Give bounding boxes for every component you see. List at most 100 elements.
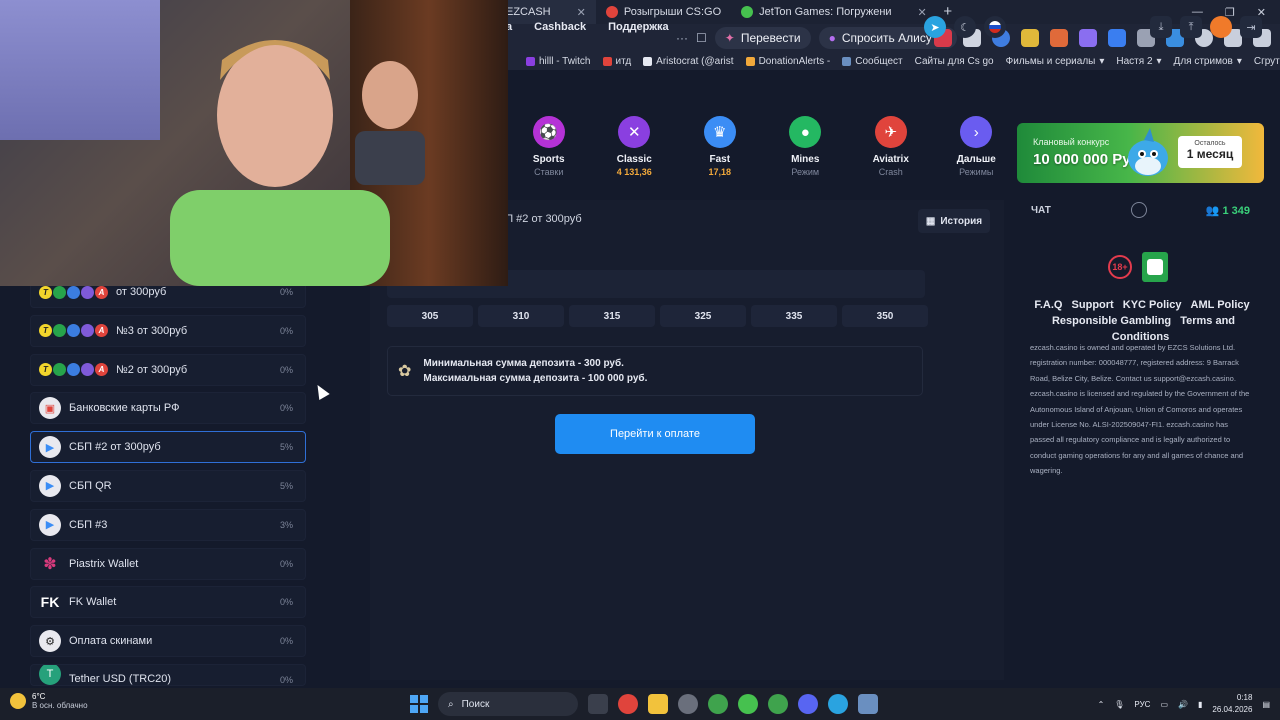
taskbar: 6°C В осн. облачно ⌕ Поиск ⌃ 🎙 РУС ▭ 🔊 ▮… [0, 688, 1280, 720]
translate-button[interactable]: ✦ Перевести [714, 27, 811, 49]
taskbar-search[interactable]: ⌕ Поиск [438, 692, 578, 716]
amount-chip[interactable]: 325 [660, 305, 746, 327]
support-link[interactable]: Support [1072, 299, 1114, 311]
extension-icon[interactable] [1108, 29, 1126, 47]
microphone-icon[interactable]: 🎙 [1114, 700, 1124, 709]
kyc-link[interactable]: KYC Policy [1123, 299, 1182, 311]
file-explorer-icon[interactable] [648, 694, 668, 714]
chrome-icon[interactable] [768, 694, 788, 714]
bookmark-item[interactable]: hilll - Twitch [526, 56, 591, 67]
history-button[interactable]: ▦ История [918, 209, 990, 233]
tether-icon: T [39, 664, 61, 685]
mode-mines[interactable]: ● Mines Режим [763, 116, 849, 180]
alice-icon: ● [828, 31, 836, 45]
logout-icon[interactable]: ⇥ [1240, 16, 1262, 38]
chrome-icon[interactable] [708, 694, 728, 714]
battery-icon[interactable]: ▮ [1198, 700, 1202, 709]
upload-icon[interactable]: ⤒ [1180, 16, 1202, 38]
payment-method[interactable]: ✽ Piastrix Wallet 0% [30, 547, 306, 580]
telegram-icon[interactable]: ➤ [924, 16, 946, 38]
tab-jetton[interactable]: JetTon Games: Погружени ✕ [731, 0, 937, 24]
network-icon[interactable]: ▭ [1160, 700, 1168, 709]
bookmark-folder[interactable]: Сайты для Cs go [915, 56, 994, 67]
max-deposit-text: Максимальная сумма депозита - 100 000 ру… [423, 373, 648, 384]
chat-title: ЧАТ [1031, 204, 1051, 216]
proceed-payment-button[interactable]: Перейти к оплате [555, 414, 755, 454]
extension-icon[interactable] [1079, 29, 1097, 47]
bookmark-folder[interactable]: Сгрута ▾ [1254, 56, 1280, 67]
bookmark-folder[interactable]: Фильмы и сериалы ▾ [1006, 56, 1105, 67]
nav-cashback[interactable]: Cashback [534, 21, 586, 33]
payment-method-selected[interactable]: ▶ СБП #2 от 300руб 5% [30, 431, 306, 464]
bookmark-item[interactable]: DonationAlerts - [745, 56, 830, 67]
weather-widget[interactable]: 6°C В осн. облачно [10, 692, 88, 710]
weather-text: В осн. облачно [32, 701, 88, 710]
theme-toggle-icon[interactable]: ☾ [954, 16, 976, 38]
donationalerts-icon [745, 56, 755, 66]
payment-method[interactable]: ⚙ Оплата скинами 0% [30, 625, 306, 658]
bookmark-item[interactable]: Сообщест [842, 56, 903, 67]
mode-classic[interactable]: ✕ Classic 4 131,36 [592, 116, 678, 180]
payment-method[interactable]: ▶ СБП #3 3% [30, 508, 306, 541]
payment-method[interactable]: ▶ СБП QR 5% [30, 469, 306, 502]
task-view-icon[interactable] [588, 694, 608, 714]
mode-more[interactable]: › Дальше Режимы [934, 116, 1020, 180]
settings-icon[interactable] [858, 694, 878, 714]
hide-chat-icon[interactable] [1131, 202, 1147, 218]
avatar[interactable] [1210, 16, 1232, 38]
steam-icon [842, 56, 852, 66]
amount-chip[interactable]: 335 [751, 305, 837, 327]
amount-chip[interactable]: 305 [387, 305, 473, 327]
license-seal-icon[interactable] [1142, 252, 1168, 282]
notifications-icon[interactable]: ▤ [1262, 700, 1270, 709]
bookmark-folder[interactable]: Для стримов ▾ [1174, 56, 1242, 67]
more-icon[interactable]: ··· [676, 31, 688, 45]
nav-support[interactable]: Поддержка [608, 21, 669, 33]
mode-sub: Режимы [959, 167, 994, 177]
aml-link[interactable]: AML Policy [1191, 299, 1250, 311]
mode-sub: Crash [878, 167, 903, 177]
bookmark-folder[interactable]: Настя 2 ▾ [1116, 56, 1161, 67]
amount-chip[interactable]: 315 [569, 305, 655, 327]
payment-method[interactable]: ▣ Банковские карты РФ 0% [30, 392, 306, 425]
bookmark-item[interactable]: Aristocrat (@arist [643, 56, 734, 67]
bookmark-item[interactable]: итд [602, 56, 631, 67]
payment-method[interactable]: FK FK Wallet 0% [30, 586, 306, 619]
chevron-right-icon: › [960, 116, 993, 148]
yandex-browser-icon[interactable] [618, 694, 638, 714]
app-icon[interactable] [738, 694, 758, 714]
app-icon[interactable] [678, 694, 698, 714]
amount-chip[interactable]: 310 [478, 305, 564, 327]
mode-aviatrix[interactable]: ✈ Aviatrix Crash [848, 116, 934, 180]
amount-chip[interactable]: 350 [842, 305, 928, 327]
tbank-icon: T [39, 324, 52, 338]
bookmark-icon[interactable]: ☐ [696, 31, 707, 45]
discord-icon[interactable] [798, 694, 818, 714]
telegram-icon[interactable] [828, 694, 848, 714]
language-flag-icon[interactable] [984, 16, 1006, 38]
bank-icon [81, 285, 94, 299]
payment-method[interactable]: T Tether USD (TRC20) 0% [30, 663, 306, 686]
clock[interactable]: 0:18 26.04.2026 [1212, 692, 1252, 716]
chevron-up-icon[interactable]: ⌃ [1098, 700, 1105, 709]
extension-icon[interactable] [1050, 29, 1068, 47]
windows-start-icon[interactable] [410, 695, 428, 713]
webcam-background [0, 0, 160, 140]
method-label: №3 от 300руб [116, 324, 188, 337]
volume-icon[interactable]: 🔊 [1178, 700, 1188, 709]
faq-link[interactable]: F.A.Q [1034, 299, 1062, 311]
download-icon[interactable]: ⤓ [1150, 16, 1172, 38]
language-indicator[interactable]: РУС [1134, 700, 1150, 709]
responsible-gambling-link[interactable]: Responsible Gambling [1052, 315, 1171, 327]
payment-method[interactable]: T A №2 от 300руб 0% [30, 353, 306, 386]
bomb-icon: ● [789, 116, 822, 148]
extension-icon[interactable] [1021, 29, 1039, 47]
bookmark-label: hilll - Twitch [539, 55, 591, 67]
coins-icon: ✿ [398, 363, 412, 380]
mode-fast[interactable]: ♛ Fast 17,18 [677, 116, 763, 180]
method-fee: 5% [279, 442, 293, 453]
mode-sports[interactable]: ⚽ Sports Ставки [506, 116, 592, 180]
method-fee: 0% [279, 403, 293, 414]
payment-method[interactable]: T A №3 от 300руб 0% [30, 314, 306, 347]
mode-name: Mines [791, 154, 820, 165]
